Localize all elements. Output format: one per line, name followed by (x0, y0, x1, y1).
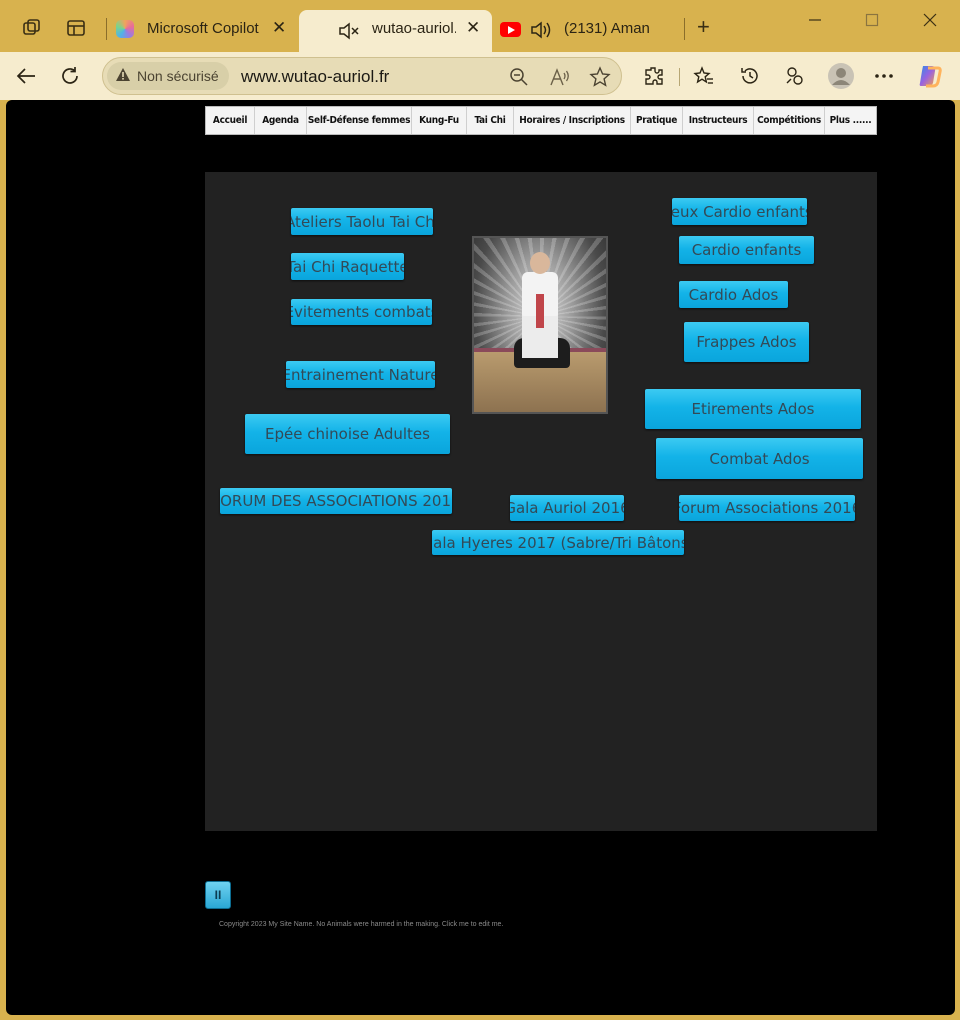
copyright-text[interactable]: Copyright 2023 My Site Name. No Animals … (219, 921, 503, 928)
tai-chi-raquette-button[interactable]: Tai Chi Raquette (291, 253, 404, 280)
extensions-icon[interactable] (641, 64, 667, 88)
copilot-icon[interactable] (917, 64, 943, 88)
address-bar: Non sécurisé www.wutao-auriol.fr (0, 52, 960, 100)
url-field[interactable]: Non sécurisé www.wutao-auriol.fr (102, 57, 622, 95)
copilot-favicon-icon (116, 20, 134, 38)
minimize-icon[interactable] (807, 12, 823, 33)
favorite-star-icon[interactable] (589, 66, 611, 88)
speaker-icon[interactable] (530, 20, 552, 44)
tab-copilot[interactable]: Microsoft Copilot ✕ (112, 10, 298, 52)
tab-title: Microsoft Copilot (147, 20, 259, 37)
forum-2016-button[interactable]: Forum Associations 2016 (679, 495, 855, 521)
nav-item-instructeurs[interactable]: Instructeurs (683, 107, 754, 134)
history-icon[interactable] (737, 64, 763, 88)
maximize-icon[interactable] (864, 12, 880, 33)
favorites-icon[interactable] (691, 64, 717, 88)
site-nav-menu: Accueil Agenda Self-Défense femmes Kung-… (205, 106, 877, 135)
close-window-icon[interactable] (922, 12, 938, 33)
window-edge (955, 100, 960, 1020)
nav-item-kung-fu[interactable]: Kung-Fu (412, 107, 467, 134)
forum-2015-button[interactable]: FORUM DES ASSOCIATIONS 2015 (220, 488, 452, 514)
warning-icon (115, 67, 131, 85)
profile-avatar-icon[interactable] (826, 61, 856, 91)
nav-item-agenda[interactable]: Agenda (255, 107, 307, 134)
jeux-cardio-enfants-button[interactable]: Jeux Cardio enfants (672, 198, 807, 225)
youtube-favicon-icon (500, 22, 521, 37)
etirements-ados-button[interactable]: Etirements Ados (645, 389, 861, 429)
nav-item-self-defense[interactable]: Self-Défense femmes (307, 107, 412, 134)
tab-separator (106, 18, 107, 40)
entrainement-nature-button[interactable]: Entrainement Nature (286, 361, 435, 388)
performance-icon[interactable] (782, 64, 808, 88)
cardio-ados-button[interactable]: Cardio Ados (679, 281, 788, 308)
nav-item-plus[interactable]: Plus ...... (825, 107, 876, 134)
security-label: Non sécurisé (137, 68, 219, 84)
back-icon[interactable] (11, 62, 41, 90)
toolbar-separator (679, 68, 680, 86)
tab-wutao[interactable]: wutao-auriol.fr ✕ (299, 10, 492, 52)
page-viewport: Accueil Agenda Self-Défense femmes Kung-… (6, 100, 955, 1015)
nav-item-pratique[interactable]: Pratique (631, 107, 683, 134)
new-tab-button[interactable]: + (697, 14, 710, 40)
pause-button[interactable]: II (205, 881, 231, 909)
more-options-icon[interactable] (871, 64, 897, 88)
nav-item-horaires[interactable]: Horaires / Inscriptions (514, 107, 631, 134)
tab-actions-icon[interactable] (62, 14, 90, 42)
nav-item-competitions[interactable]: Compétitions (754, 107, 825, 134)
gala-hyeres-button[interactable]: Gala Hyeres 2017 (Sabre/Tri Bâtons) (432, 530, 684, 555)
zoom-out-icon[interactable] (508, 66, 530, 88)
workspaces-icon[interactable] (18, 14, 46, 42)
evitements-combats-button[interactable]: Evitements combats (291, 299, 432, 325)
tab-title: wutao-auriol.fr (372, 20, 456, 37)
tab-youtube[interactable]: (2131) Amanda (494, 10, 678, 52)
tab-bar: Microsoft Copilot ✕ wutao-auriol.fr ✕ (2… (0, 0, 960, 52)
close-tab-icon[interactable]: ✕ (272, 18, 286, 38)
muted-speaker-icon[interactable] (338, 21, 360, 45)
kung-fu-photo (472, 236, 608, 414)
tab-title: (2131) Amanda (564, 20, 650, 37)
gala-auriol-button[interactable]: Gala Auriol 2016 (510, 495, 624, 521)
tab-separator (684, 18, 685, 40)
refresh-icon[interactable] (55, 62, 85, 90)
combat-ados-button[interactable]: Combat Ados (656, 438, 863, 479)
read-aloud-icon[interactable] (549, 66, 571, 88)
frappes-ados-button[interactable]: Frappes Ados (684, 322, 809, 362)
nav-item-tai-chi[interactable]: Tai Chi (467, 107, 514, 134)
cardio-enfants-button[interactable]: Cardio enfants (679, 236, 814, 264)
nav-item-accueil[interactable]: Accueil (206, 107, 255, 134)
url-text[interactable]: www.wutao-auriol.fr (241, 67, 389, 87)
epee-chinoise-button[interactable]: Epée chinoise Adultes (245, 414, 450, 454)
ateliers-taolu-button[interactable]: Ateliers Taolu Tai Chi (291, 208, 433, 235)
close-tab-icon[interactable]: ✕ (466, 18, 480, 38)
security-indicator[interactable]: Non sécurisé (107, 62, 229, 90)
